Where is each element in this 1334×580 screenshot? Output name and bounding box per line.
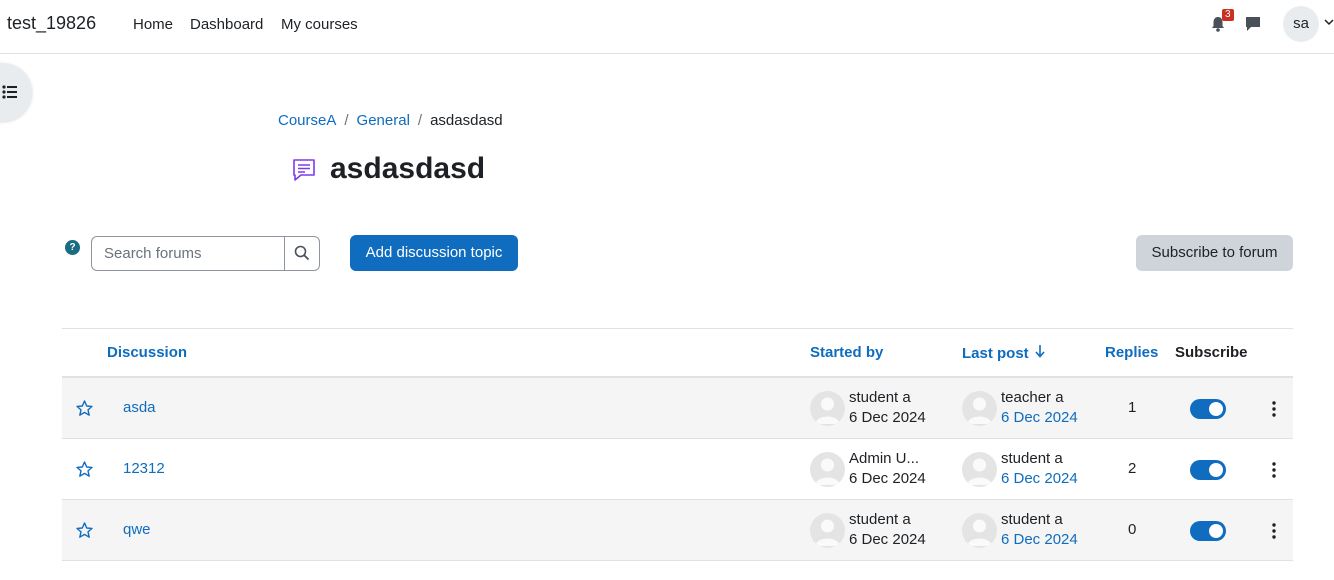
replies-count: 1: [1128, 399, 1137, 416]
help-icon[interactable]: ?: [65, 240, 80, 255]
header-last-post[interactable]: Last post: [962, 344, 1045, 362]
started-by-name[interactable]: student a: [849, 511, 911, 528]
user-avatar-icon[interactable]: [810, 513, 845, 548]
last-post-date-link[interactable]: 6 Dec 2024: [1001, 531, 1078, 548]
user-menu-avatar[interactable]: sa: [1283, 6, 1319, 42]
search-forums-group: [91, 236, 320, 271]
last-post-author[interactable]: student a: [1001, 511, 1063, 528]
star-icon[interactable]: [76, 400, 93, 417]
header-replies[interactable]: Replies: [1105, 344, 1158, 361]
forum-icon: [293, 159, 315, 181]
started-date: 6 Dec 2024: [849, 470, 926, 487]
breadcrumb-course[interactable]: CourseA: [278, 112, 336, 129]
started-date: 6 Dec 2024: [849, 531, 926, 548]
chat-icon[interactable]: [1244, 15, 1262, 33]
kebab-menu-icon[interactable]: [1268, 400, 1280, 418]
star-icon[interactable]: [76, 522, 93, 539]
breadcrumb-separator: /: [417, 112, 423, 129]
table-row: asda student a 6 Dec 2024 teacher a 6 De…: [62, 378, 1293, 439]
kebab-menu-icon[interactable]: [1268, 461, 1280, 479]
replies-count: 2: [1128, 460, 1137, 477]
table-row: 12312 Admin U... 6 Dec 2024 student a 6 …: [62, 439, 1293, 500]
discussion-link[interactable]: asda: [123, 399, 156, 416]
drawer-index-icon: [2, 85, 17, 99]
notification-badge: 3: [1222, 9, 1234, 21]
breadcrumb-separator: /: [344, 112, 349, 129]
breadcrumb: CourseA / General / asdasdasd: [278, 112, 503, 129]
last-post-date-link[interactable]: 6 Dec 2024: [1001, 409, 1078, 426]
search-icon: [294, 245, 310, 261]
user-avatar-icon[interactable]: [962, 391, 997, 426]
search-input[interactable]: [92, 237, 284, 270]
toggle-knob: [1209, 402, 1223, 416]
star-icon[interactable]: [76, 461, 93, 478]
site-name[interactable]: test_19826: [7, 13, 96, 34]
last-post-author[interactable]: student a: [1001, 450, 1063, 467]
last-post-author[interactable]: teacher a: [1001, 389, 1064, 406]
breadcrumb-current: asdasdasd: [430, 112, 503, 129]
table-header: Discussion Started by Last post Replies …: [62, 328, 1293, 378]
started-by-name[interactable]: student a: [849, 389, 911, 406]
search-button[interactable]: [284, 237, 319, 270]
sort-down-icon: [1035, 345, 1045, 358]
add-discussion-topic-button[interactable]: Add discussion topic: [350, 235, 518, 271]
toggle-knob: [1209, 463, 1223, 477]
header-last-post-label: Last post: [962, 345, 1029, 362]
course-index-toggle[interactable]: [0, 63, 32, 121]
subscribe-toggle[interactable]: [1190, 399, 1226, 419]
header-discussion[interactable]: Discussion: [107, 344, 187, 361]
breadcrumb-section[interactable]: General: [357, 112, 410, 129]
user-avatar-icon[interactable]: [962, 513, 997, 548]
discussion-link[interactable]: qwe: [123, 521, 151, 538]
started-by-name[interactable]: Admin U...: [849, 450, 919, 467]
header-subscribe: Subscribe: [1175, 344, 1248, 361]
last-post-date-link[interactable]: 6 Dec 2024: [1001, 470, 1078, 487]
discussion-list-table: Discussion Started by Last post Replies …: [62, 328, 1293, 561]
subscribe-to-forum-button[interactable]: Subscribe to forum: [1136, 235, 1293, 271]
discussion-link[interactable]: 12312: [123, 460, 165, 477]
nav-home[interactable]: Home: [133, 16, 173, 33]
user-avatar-icon[interactable]: [810, 391, 845, 426]
table-row: qwe student a 6 Dec 2024 student a 6 Dec…: [62, 500, 1293, 561]
nav-dashboard[interactable]: Dashboard: [190, 16, 263, 33]
toggle-knob: [1209, 524, 1223, 538]
header-started-by[interactable]: Started by: [810, 344, 883, 361]
caret-down-icon[interactable]: [1324, 17, 1334, 27]
page-title: asdasdasd: [330, 152, 486, 185]
kebab-menu-icon[interactable]: [1268, 522, 1280, 540]
nav-my-courses[interactable]: My courses: [281, 16, 358, 33]
user-avatar-icon[interactable]: [962, 452, 997, 487]
subscribe-toggle[interactable]: [1190, 460, 1226, 480]
replies-count: 0: [1128, 521, 1137, 538]
subscribe-toggle[interactable]: [1190, 521, 1226, 541]
top-navbar: test_19826 Home Dashboard My courses 3 s…: [0, 0, 1334, 54]
started-date: 6 Dec 2024: [849, 409, 926, 426]
user-avatar-icon[interactable]: [810, 452, 845, 487]
